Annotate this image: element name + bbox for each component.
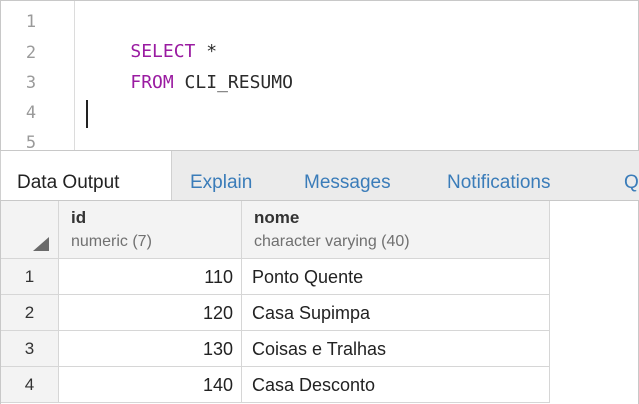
- cell-id[interactable]: 120: [59, 295, 242, 331]
- select-all-corner[interactable]: [1, 201, 59, 259]
- results-tab-bar: Data Output Explain Messages Notificatio…: [0, 150, 639, 201]
- row-number[interactable]: 3: [1, 331, 59, 367]
- row-number[interactable]: 4: [1, 367, 59, 403]
- column-type: character varying (40): [254, 233, 410, 250]
- tab-query-history[interactable]: Q: [624, 151, 639, 200]
- sql-keyword: FROM: [130, 72, 174, 93]
- code-line-2[interactable]: FROM CLI_RESUMO: [87, 38, 293, 93]
- text-cursor: [86, 100, 88, 128]
- tab-notifications[interactable]: Notifications: [447, 151, 551, 200]
- column-name: id: [71, 208, 87, 227]
- sql-editor[interactable]: 1 2 3 4 5 SELECT * FROM CLI_RESUMO: [0, 0, 639, 150]
- cell-nome[interactable]: Casa Desconto: [242, 367, 550, 403]
- tab-explain[interactable]: Explain: [190, 151, 252, 200]
- code-line-1[interactable]: SELECT *: [87, 7, 217, 62]
- line-number: 1: [25, 12, 37, 32]
- results-grid: id numeric (7) nome character varying (4…: [0, 201, 639, 404]
- column-type: numeric (7): [71, 233, 152, 250]
- cell-id[interactable]: 130: [59, 331, 242, 367]
- cell-id[interactable]: 110: [59, 259, 242, 295]
- line-number: 4: [25, 103, 37, 123]
- column-name: nome: [254, 208, 300, 227]
- code-text: CLI_RESUMO: [173, 72, 293, 93]
- cell-nome[interactable]: Casa Supimpa: [242, 295, 550, 331]
- column-header-id[interactable]: id numeric (7): [59, 201, 242, 259]
- line-number: 3: [25, 73, 37, 93]
- row-number[interactable]: 2: [1, 295, 59, 331]
- line-number-gutter: 1 2 3 4 5: [1, 1, 75, 150]
- cell-id[interactable]: 140: [59, 367, 242, 403]
- line-number: 5: [25, 133, 37, 150]
- column-header-nome[interactable]: nome character varying (40): [242, 201, 550, 259]
- tab-messages[interactable]: Messages: [304, 151, 391, 200]
- cell-nome[interactable]: Ponto Quente: [242, 259, 550, 295]
- line-number: 2: [25, 43, 37, 63]
- tab-data-output[interactable]: Data Output: [0, 151, 172, 200]
- row-number[interactable]: 1: [1, 259, 59, 295]
- cell-nome[interactable]: Coisas e Tralhas: [242, 331, 550, 367]
- sort-triangle-icon: [33, 237, 49, 251]
